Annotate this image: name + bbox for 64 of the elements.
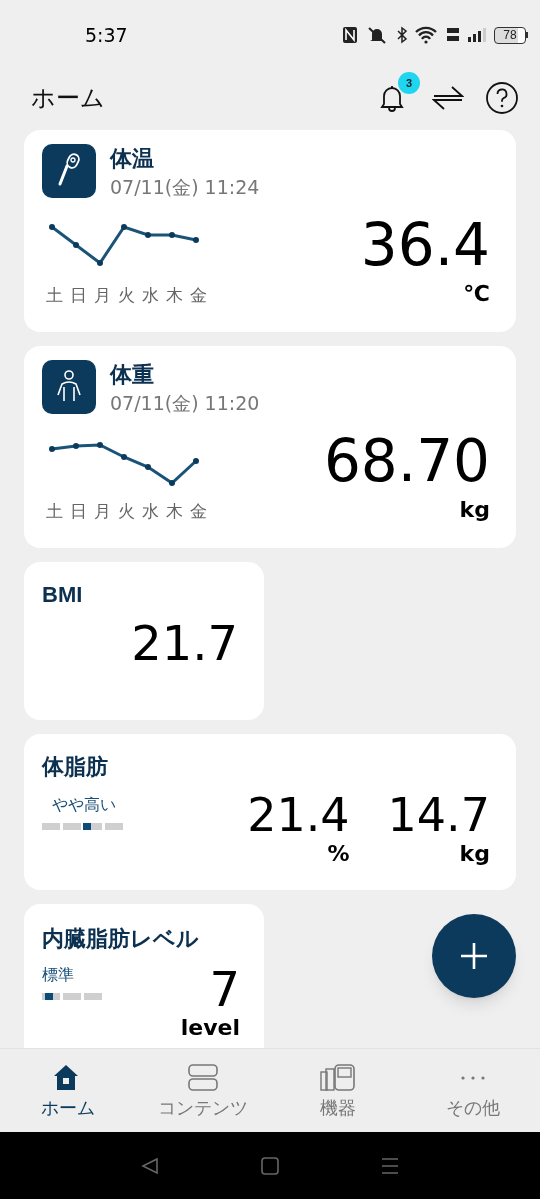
measurement-value: 68.70 [323,430,490,492]
bell-icon [379,84,405,112]
day-label: 金 [189,500,207,523]
measurement-value: 21.7 [131,615,238,671]
day-label: 日 [69,284,87,307]
day-label: 月 [93,284,111,307]
metric-card[interactable]: BMI 21.7 [24,562,264,720]
bluetooth-icon [396,26,408,44]
card-title: 体脂肪 [42,753,108,781]
day-label: 水 [141,500,159,523]
help-button[interactable] [484,80,520,116]
day-label: 火 [117,500,135,523]
devices-icon [318,1062,357,1093]
measurement-value: 21.4 [247,789,350,841]
notification-badge: 3 [398,72,420,94]
day-label: 金 [189,284,207,307]
nav-tab[interactable]: その他 [405,1049,540,1132]
day-label: 木 [165,284,183,307]
day-label: 土 [45,500,63,523]
person-icon [42,360,96,414]
wifi-icon [415,26,439,44]
battery-level: 78 [503,29,517,41]
card-title: 内臓脂肪レベル [42,925,199,953]
day-label: 月 [93,500,111,523]
card-title: BMI [42,581,83,609]
rating-label: やや高い [51,795,117,815]
unit-label: level [180,1015,240,1041]
thermometer-icon [42,144,96,198]
metric-card[interactable]: 体脂肪 やや高い 21.4 % 14.7 kg [24,734,516,890]
unit-label: kg [459,496,490,524]
unit-label: % [327,841,350,867]
unit-label: kg [459,841,490,867]
signal-icon [467,27,487,43]
day-label: 土 [45,284,63,307]
unit-label: ℃ [463,280,490,308]
day-label: 日 [69,500,87,523]
rating-label: 標準 [42,965,75,985]
more-icon [460,1075,485,1080]
day-label: 水 [141,284,159,307]
stacked-cards-icon [186,1062,219,1093]
metric-card[interactable]: 体温 07/11(金) 11:24 土 日 月 火 水 木 金 36.4 ℃ [24,130,516,332]
metric-card[interactable]: 内臓脂肪レベル 標準 7 level [24,904,264,1048]
measurement-value: 14.7 [387,789,490,841]
page-title: ホーム [31,83,106,113]
swap-arrows-icon [432,85,464,111]
metric-card[interactable]: 体重 07/11(金) 11:20 土 日 月 火 水 木 金 68.70 kg [24,346,516,548]
day-label: 木 [165,500,183,523]
home-button-icon[interactable] [260,1155,280,1176]
measurement-value: 7 [209,963,240,1015]
nav-tab[interactable]: ホーム [0,1049,135,1132]
day-label: 火 [117,284,135,307]
status-time: 5:37 [85,22,128,48]
card-title: 体温 [110,145,155,173]
help-icon [485,81,519,115]
measurement-value: 36.4 [360,214,490,276]
nfc-icon [342,26,358,44]
rating-meter [42,993,102,1000]
measurement-time: 07/11(金) 11:24 [110,175,260,200]
nav-tab[interactable]: 機器 [270,1049,405,1132]
card-title: 体重 [110,361,155,389]
measurement-time: 07/11(金) 11:20 [110,391,260,416]
plus-icon [459,941,489,971]
back-icon[interactable] [140,1155,160,1176]
nav-tab[interactable]: コンテンツ [135,1049,270,1132]
